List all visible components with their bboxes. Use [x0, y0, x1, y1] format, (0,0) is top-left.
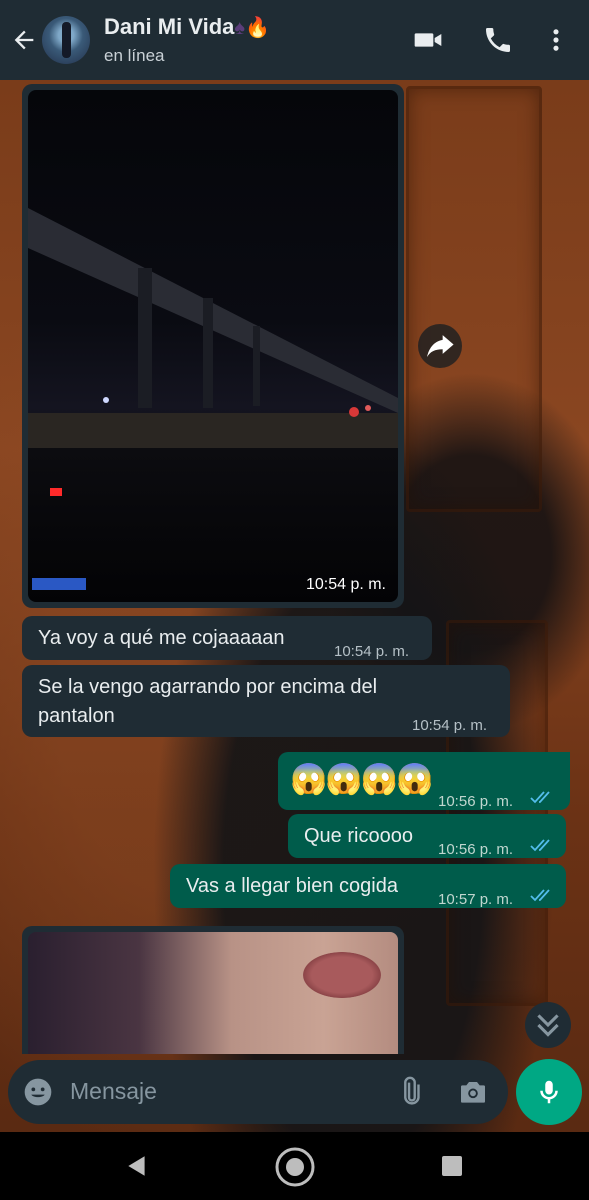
outgoing-message[interactable]: Que ricoooo 10:56 p. m. [288, 814, 566, 858]
read-ticks-icon [530, 791, 550, 804]
video-call-icon[interactable] [412, 24, 444, 56]
message-text-line-1: Se la vengo agarrando por encima del [38, 676, 378, 698]
fire-emoji: 🔥 [245, 17, 270, 39]
read-ticks-icon [530, 839, 550, 852]
dark-heart-emoji: ♠ [234, 17, 246, 39]
message-text: Que ricoooo [304, 825, 413, 847]
image-thumbnail[interactable] [28, 932, 398, 1054]
video-thumbnail[interactable]: 10:54 p. m. [28, 90, 398, 602]
system-navigation-bar [0, 1132, 589, 1200]
camera-icon[interactable] [457, 1076, 489, 1108]
dashboard-display [32, 578, 86, 590]
recents-square-icon[interactable] [440, 1154, 464, 1178]
phone-call-icon[interactable] [482, 24, 514, 56]
incoming-message[interactable]: Ya voy a qué me cojaaaaan 10:54 p. m. [22, 616, 432, 660]
message-emoji: 😱😱😱😱 [290, 763, 433, 796]
more-options-icon[interactable] [542, 24, 570, 56]
message-time: 10:54 p. m. [334, 643, 410, 660]
dashboard-light [50, 488, 62, 496]
contact-name[interactable]: Dani Mi Vida♠🔥 [104, 14, 270, 40]
back-arrow-icon[interactable] [10, 26, 38, 54]
message-time: 10:54 p. m. [305, 576, 386, 593]
attach-icon[interactable] [394, 1076, 426, 1108]
message-input[interactable]: Mensaje [70, 1078, 157, 1105]
night-highway-bridge-image [28, 208, 398, 448]
double-chevron-down-icon [537, 1014, 559, 1037]
message-composer[interactable]: Mensaje [8, 1060, 508, 1124]
voice-message-button[interactable] [516, 1059, 582, 1125]
back-triangle-icon[interactable] [124, 1152, 150, 1180]
message-time: 10:54 p. m. [412, 717, 488, 734]
scroll-to-bottom-button[interactable] [525, 1002, 571, 1048]
chat-header: Dani Mi Vida♠🔥 en línea [0, 0, 589, 80]
image-message[interactable] [22, 926, 404, 1054]
emoji-icon[interactable] [22, 1076, 54, 1108]
home-circle-icon[interactable] [274, 1146, 316, 1188]
message-text: Vas a llegar bien cogida [186, 875, 398, 897]
message-text-line-2: pantalon [38, 705, 115, 727]
contact-avatar[interactable] [42, 16, 90, 64]
message-text: Ya voy a qué me cojaaaaan [38, 627, 285, 649]
lips-detail [303, 952, 381, 998]
outgoing-message[interactable]: 😱😱😱😱 10:56 p. m. [278, 752, 570, 810]
incoming-message[interactable]: Se la vengo agarrando por encima del pan… [22, 665, 510, 737]
door-panel [406, 86, 542, 512]
read-ticks-icon [530, 889, 550, 902]
forward-icon [427, 335, 454, 357]
video-message[interactable]: 10:54 p. m. [22, 84, 404, 608]
message-time: 10:57 p. m. [438, 891, 514, 908]
outgoing-message[interactable]: Vas a llegar bien cogida 10:57 p. m. [170, 864, 566, 908]
forward-button[interactable] [418, 324, 462, 368]
contact-status: en línea [104, 46, 165, 65]
contact-name-text: Dani Mi Vida [104, 14, 235, 39]
message-time: 10:56 p. m. [438, 841, 514, 858]
microphone-icon [540, 1080, 558, 1104]
message-time: 10:56 p. m. [438, 793, 514, 810]
